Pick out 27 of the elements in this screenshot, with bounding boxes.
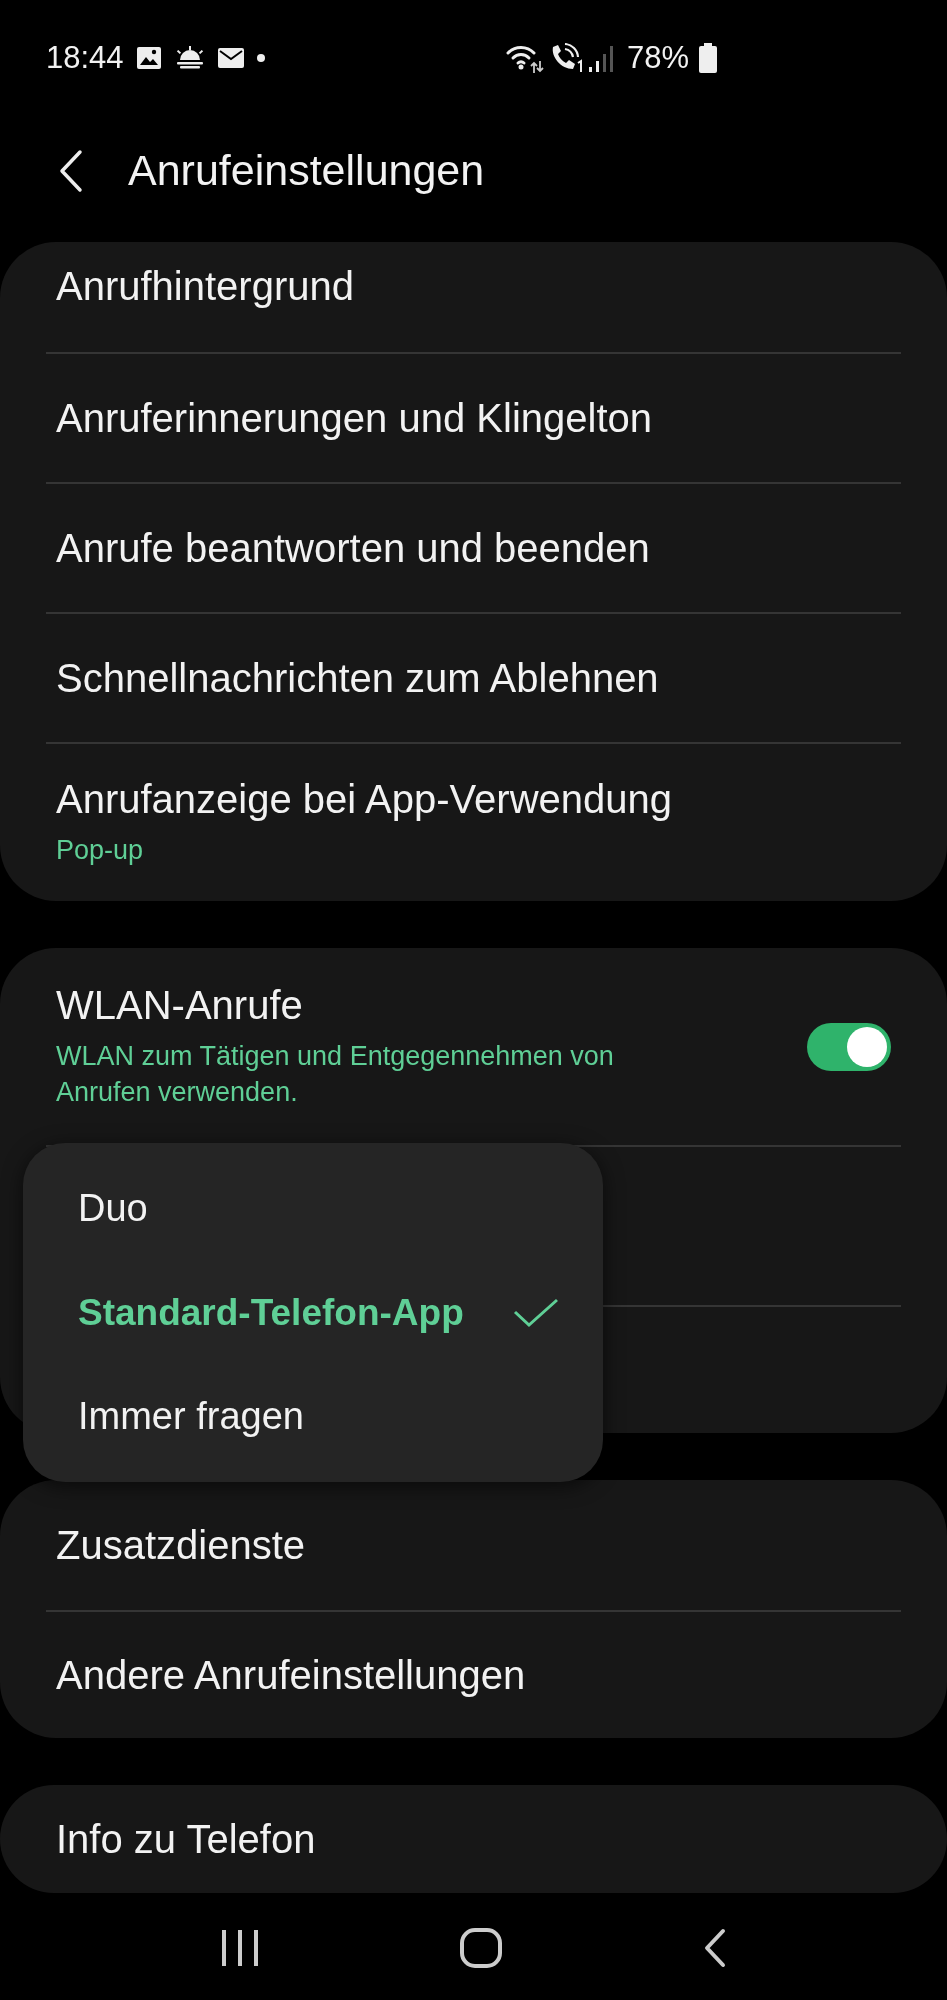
recent-apps-button[interactable] bbox=[220, 1929, 261, 1966]
toggle-switch[interactable] bbox=[807, 1022, 891, 1071]
setting-summary: WLAN zum Tätigen und Entgegennehmen von Anrufen verwenden. bbox=[56, 1039, 615, 1109]
setting-title[interactable]: Anruferinnerungen und Klingelton bbox=[56, 395, 652, 441]
menu-option[interactable]: Duo bbox=[23, 1157, 603, 1261]
setting-title[interactable]: Zusatzdienste bbox=[56, 1522, 306, 1568]
clock-time: 18:44 bbox=[46, 39, 124, 76]
image-icon bbox=[135, 45, 162, 70]
menu-option[interactable]: Standard-Telefon-App bbox=[23, 1260, 603, 1365]
setting-title[interactable]: Anrufe beantworten und beenden bbox=[56, 525, 650, 571]
setting-summary: Pop-up bbox=[56, 833, 145, 867]
home-button[interactable] bbox=[460, 1927, 503, 1968]
setting-title[interactable]: Anrufhintergrund bbox=[56, 264, 354, 309]
menu-option[interactable]: Immer fragen bbox=[23, 1364, 603, 1468]
mail-icon bbox=[217, 47, 244, 68]
dot-icon bbox=[255, 52, 266, 63]
screen-title: Anrufeinstellungen bbox=[128, 146, 485, 195]
back-button[interactable] bbox=[58, 148, 84, 193]
setting-title[interactable]: Info zu Telefon bbox=[56, 1816, 316, 1862]
back-button[interactable] bbox=[702, 1927, 727, 1968]
setting-title[interactable]: WLAN-Anrufe bbox=[56, 982, 666, 1028]
setting-title[interactable]: Schnellnachrichten zum Ablehnen bbox=[56, 655, 659, 701]
checkmark-icon bbox=[513, 1297, 559, 1328]
battery-level: 78% bbox=[626, 39, 689, 76]
battery-icon bbox=[699, 42, 717, 73]
setting-title[interactable]: Andere Anrufeinstellungen bbox=[56, 1652, 526, 1698]
setting-title[interactable]: Anrufanzeige bei App-Verwendung bbox=[56, 776, 672, 822]
